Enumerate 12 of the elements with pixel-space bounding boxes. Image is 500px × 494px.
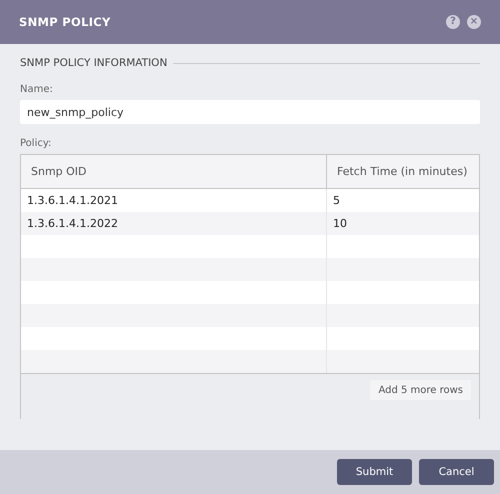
add-rows-button[interactable]: Add 5 more rows: [370, 380, 471, 400]
column-header: Fetch Time (in minutes): [336, 164, 468, 180]
table-cell-text: 5: [332, 193, 341, 209]
submit-button[interactable]: Submit: [337, 459, 412, 485]
section-title: SNMP POLICY INFORMATION: [20, 57, 168, 69]
field-label: Policy:: [20, 138, 52, 149]
field-label: Name:: [20, 84, 54, 95]
cancel-button[interactable]: Cancel: [419, 459, 494, 485]
name-field[interactable]: new_snmp_policy: [20, 100, 480, 124]
column-header: Snmp OID: [21, 155, 327, 188]
dialog-title: SNMP POLICY: [19, 15, 112, 29]
table-cell-text: 10: [332, 216, 348, 232]
